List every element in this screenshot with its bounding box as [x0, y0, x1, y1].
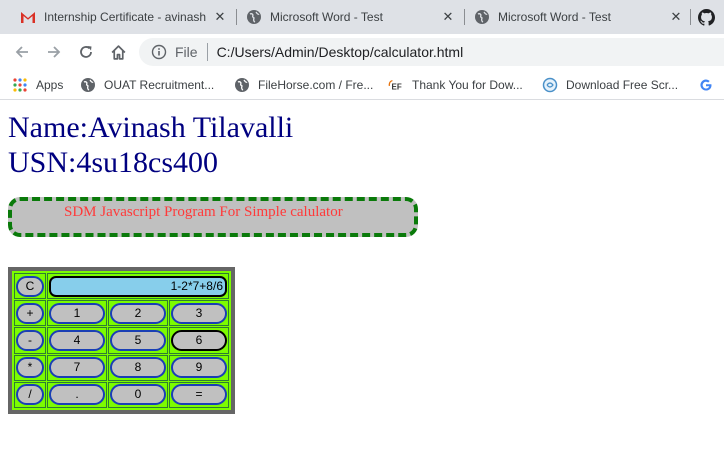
student-usn-heading: USN:4su18cs400 [8, 146, 219, 179]
globe-icon [80, 77, 96, 93]
calculator-row: - 4 5 6 [14, 327, 229, 354]
add-operator-button[interactable]: + [16, 302, 44, 324]
calculator-row-display: C 1-2*7+8/6 [14, 273, 229, 300]
subtract-operator-button[interactable]: - [16, 329, 44, 351]
close-icon[interactable]: ✕ [440, 9, 456, 25]
bookmark-label: Apps [36, 78, 64, 92]
digit-6-button[interactable]: 6 [171, 329, 227, 351]
download-site-icon [542, 77, 558, 93]
globe-icon [234, 77, 250, 93]
apps-grid-icon [12, 77, 28, 93]
calculator-grid: C 1-2*7+8/6 + 1 2 3 - 4 5 6 * 7 8 9 / . … [13, 272, 230, 409]
tab-microsoft-word-test-2[interactable]: Microsoft Word - Test ✕ [466, 0, 690, 34]
divide-operator-button[interactable]: / [16, 384, 44, 406]
browser-toolbar: File C:/Users/Admin/Desktop/calculator.h… [0, 34, 724, 70]
program-title-banner: SDM Javascript Program For Simple calula… [8, 197, 418, 237]
bookmark-google[interactable] [698, 76, 722, 94]
bookmarks-bar: Apps OUAT Recruitment... FileHorse.com /… [0, 70, 724, 100]
page-content: Name:Avinash Tilavalli USN:4su18cs400 SD… [0, 101, 724, 472]
scheme-label: File [175, 44, 198, 60]
digit-3-button[interactable]: 3 [171, 302, 227, 324]
tab-microsoft-word-test[interactable]: Microsoft Word - Test ✕ [238, 0, 462, 34]
info-icon[interactable] [151, 44, 167, 60]
digit-1-button[interactable]: 1 [49, 302, 105, 324]
digit-7-button[interactable]: 7 [49, 357, 105, 379]
bookmark-thank-you-for-download[interactable]: EF Thank You for Dow... [388, 76, 523, 94]
calculator-row: / . 0 = [14, 381, 229, 408]
digit-4-button[interactable]: 4 [49, 329, 105, 351]
digit-8-button[interactable]: 8 [110, 357, 166, 379]
address-bar[interactable]: File C:/Users/Admin/Desktop/calculator.h… [139, 38, 724, 66]
bookmark-label: Thank You for Dow... [412, 78, 523, 92]
bookmark-filehorse[interactable]: FileHorse.com / Fre... [234, 76, 373, 94]
forward-arrow-icon[interactable] [44, 42, 64, 62]
bookmark-label: FileHorse.com / Fre... [258, 78, 374, 92]
bookmark-label: OUAT Recruitment... [104, 78, 215, 92]
decimal-point-button[interactable]: . [49, 384, 105, 406]
tab-strip: Internship Certificate - avinash ✕ Micro… [0, 0, 724, 34]
github-icon[interactable] [698, 9, 715, 26]
address-divider [206, 43, 208, 61]
tab-title: Internship Certificate - avinash [44, 10, 207, 24]
calculator-row: * 7 8 9 [14, 354, 229, 381]
clear-button[interactable]: C [16, 275, 44, 297]
tab-title: Microsoft Word - Test [498, 10, 611, 24]
multiply-operator-button[interactable]: * [16, 357, 44, 379]
close-icon[interactable]: ✕ [212, 9, 228, 25]
bookmark-label: Download Free Scr... [566, 78, 679, 92]
home-icon[interactable] [108, 42, 128, 62]
globe-icon [474, 9, 490, 25]
digit-0-button[interactable]: 0 [110, 384, 166, 406]
bookmark-apps[interactable]: Apps [12, 76, 63, 94]
reload-icon[interactable] [76, 42, 96, 62]
tab-internship-certificate[interactable]: Internship Certificate - avinash ✕ [12, 0, 234, 34]
digit-2-button[interactable]: 2 [110, 302, 166, 324]
bookmark-ouat-recruitment[interactable]: OUAT Recruitment... [80, 76, 214, 94]
gmail-icon [20, 9, 36, 25]
svg-text:EF: EF [392, 82, 402, 91]
digit-9-button[interactable]: 9 [171, 357, 227, 379]
tab-divider [690, 9, 691, 25]
globe-icon [246, 9, 262, 25]
tab-divider [236, 9, 237, 25]
equals-button[interactable]: = [171, 384, 227, 406]
calculator-row: + 1 2 3 [14, 300, 229, 327]
close-icon[interactable]: ✕ [668, 9, 684, 25]
url-text: C:/Users/Admin/Desktop/calculator.html [216, 44, 464, 60]
ef-logo-icon: EF [388, 77, 404, 93]
back-arrow-icon[interactable] [12, 42, 32, 62]
student-name-heading: Name:Avinash Tilavalli [8, 111, 294, 144]
calculator-display[interactable]: 1-2*7+8/6 [49, 275, 227, 297]
digit-5-button[interactable]: 5 [110, 329, 166, 351]
bookmark-download-free-scr[interactable]: Download Free Scr... [542, 76, 678, 94]
google-icon [698, 77, 714, 93]
tab-title: Microsoft Word - Test [270, 10, 383, 24]
calculator: C 1-2*7+8/6 + 1 2 3 - 4 5 6 * 7 8 9 / . … [8, 267, 235, 414]
tab-divider [464, 9, 465, 25]
